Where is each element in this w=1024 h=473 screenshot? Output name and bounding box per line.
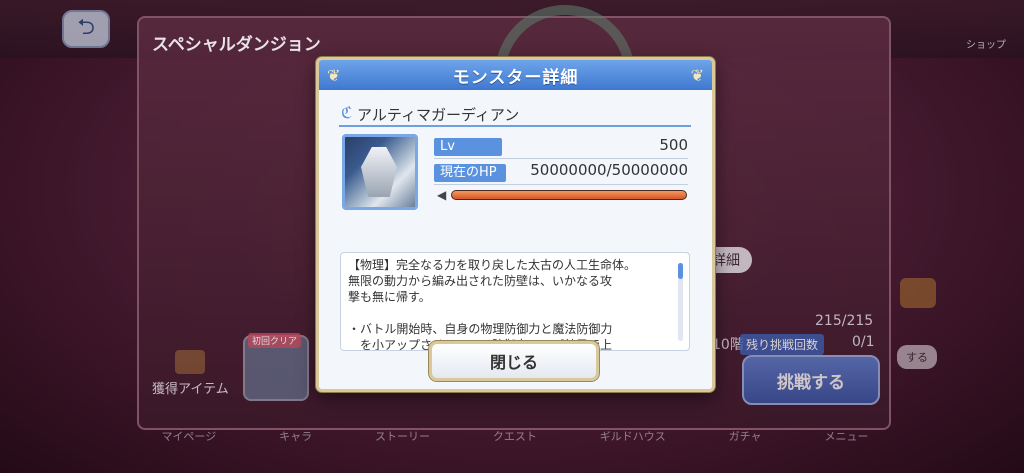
first-clear-badge: 初回クリア <box>248 333 302 348</box>
divider <box>434 184 688 185</box>
description-box[interactable]: 【物理】完全なる力を取り戻した太古の人工生命体。 無限の動力から編み出された防壁… <box>340 252 690 351</box>
challenge-button[interactable]: 挑戦する <box>742 355 880 405</box>
divider <box>434 158 688 159</box>
right-side-button[interactable]: する <box>897 345 937 369</box>
remaining-label: 残り挑戦回数 <box>740 334 825 355</box>
page-title: スペシャルダンジョン <box>152 35 321 55</box>
modal-header: ❦ モンスター詳細 ❦ <box>319 60 712 90</box>
monster-figure <box>361 147 397 197</box>
corner-ornament-icon: ❦ <box>327 66 341 85</box>
hp-value: 50000000/50000000 <box>530 161 688 179</box>
bottom-nav: マイページ キャラ ストーリー クエスト ギルドハウス ガチャ メニュー <box>130 428 900 450</box>
tab-menu[interactable]: メニュー <box>824 428 868 450</box>
level-label: Lv <box>434 138 502 156</box>
shop-label[interactable]: ショップ <box>966 36 1006 51</box>
scrollbar[interactable] <box>678 263 683 341</box>
tab-guildhouse[interactable]: ギルドハウス <box>600 428 666 450</box>
modal-body: ℭ アルティマガーディアン Lv 500 現在のHP 50000000/5000… <box>319 90 712 389</box>
tab-gacha[interactable]: ガチャ <box>729 428 762 450</box>
treasure-chest-icon <box>175 350 205 374</box>
back-button[interactable]: ⮌ <box>62 10 110 48</box>
stamina-text: 215/215 <box>815 313 874 329</box>
hp-bar-track <box>451 190 687 200</box>
tab-chara[interactable]: キャラ <box>279 428 312 450</box>
monster-name: アルティマガーディアン <box>357 106 520 124</box>
hp-bar-fill <box>452 191 686 199</box>
back-arrow-icon: ⮌ <box>77 15 95 40</box>
level-value: 500 <box>659 136 688 154</box>
swirl-icon: ℭ <box>341 103 353 122</box>
tab-story[interactable]: ストーリー <box>375 428 430 450</box>
modal-title: モンスター詳細 <box>452 67 579 88</box>
corner-ornament-icon: ❦ <box>690 66 704 85</box>
hp-bar: ◀ <box>437 188 687 202</box>
gift-box-icon[interactable] <box>900 278 936 308</box>
remaining-value: 0/1 <box>852 334 875 350</box>
tab-quest[interactable]: クエスト <box>493 428 537 450</box>
monster-name-row: ℭ アルティマガーディアン <box>339 103 691 127</box>
hp-bar-tip-icon: ◀ <box>437 188 447 202</box>
tab-mypage[interactable]: マイページ <box>161 428 216 450</box>
hp-label: 現在のHP <box>434 164 506 182</box>
monster-portrait <box>342 134 418 210</box>
reward-label: 獲得アイテム <box>152 382 229 397</box>
monster-description: 【物理】完全なる力を取り戻した太古の人工生命体。 無限の動力から編み出された防壁… <box>348 258 637 350</box>
close-button[interactable]: 閉じる <box>429 341 599 381</box>
monster-detail-modal: ❦ モンスター詳細 ❦ ℭ アルティマガーディアン Lv 500 現在のHP 5… <box>316 57 715 392</box>
scrollbar-thumb[interactable] <box>678 263 683 279</box>
